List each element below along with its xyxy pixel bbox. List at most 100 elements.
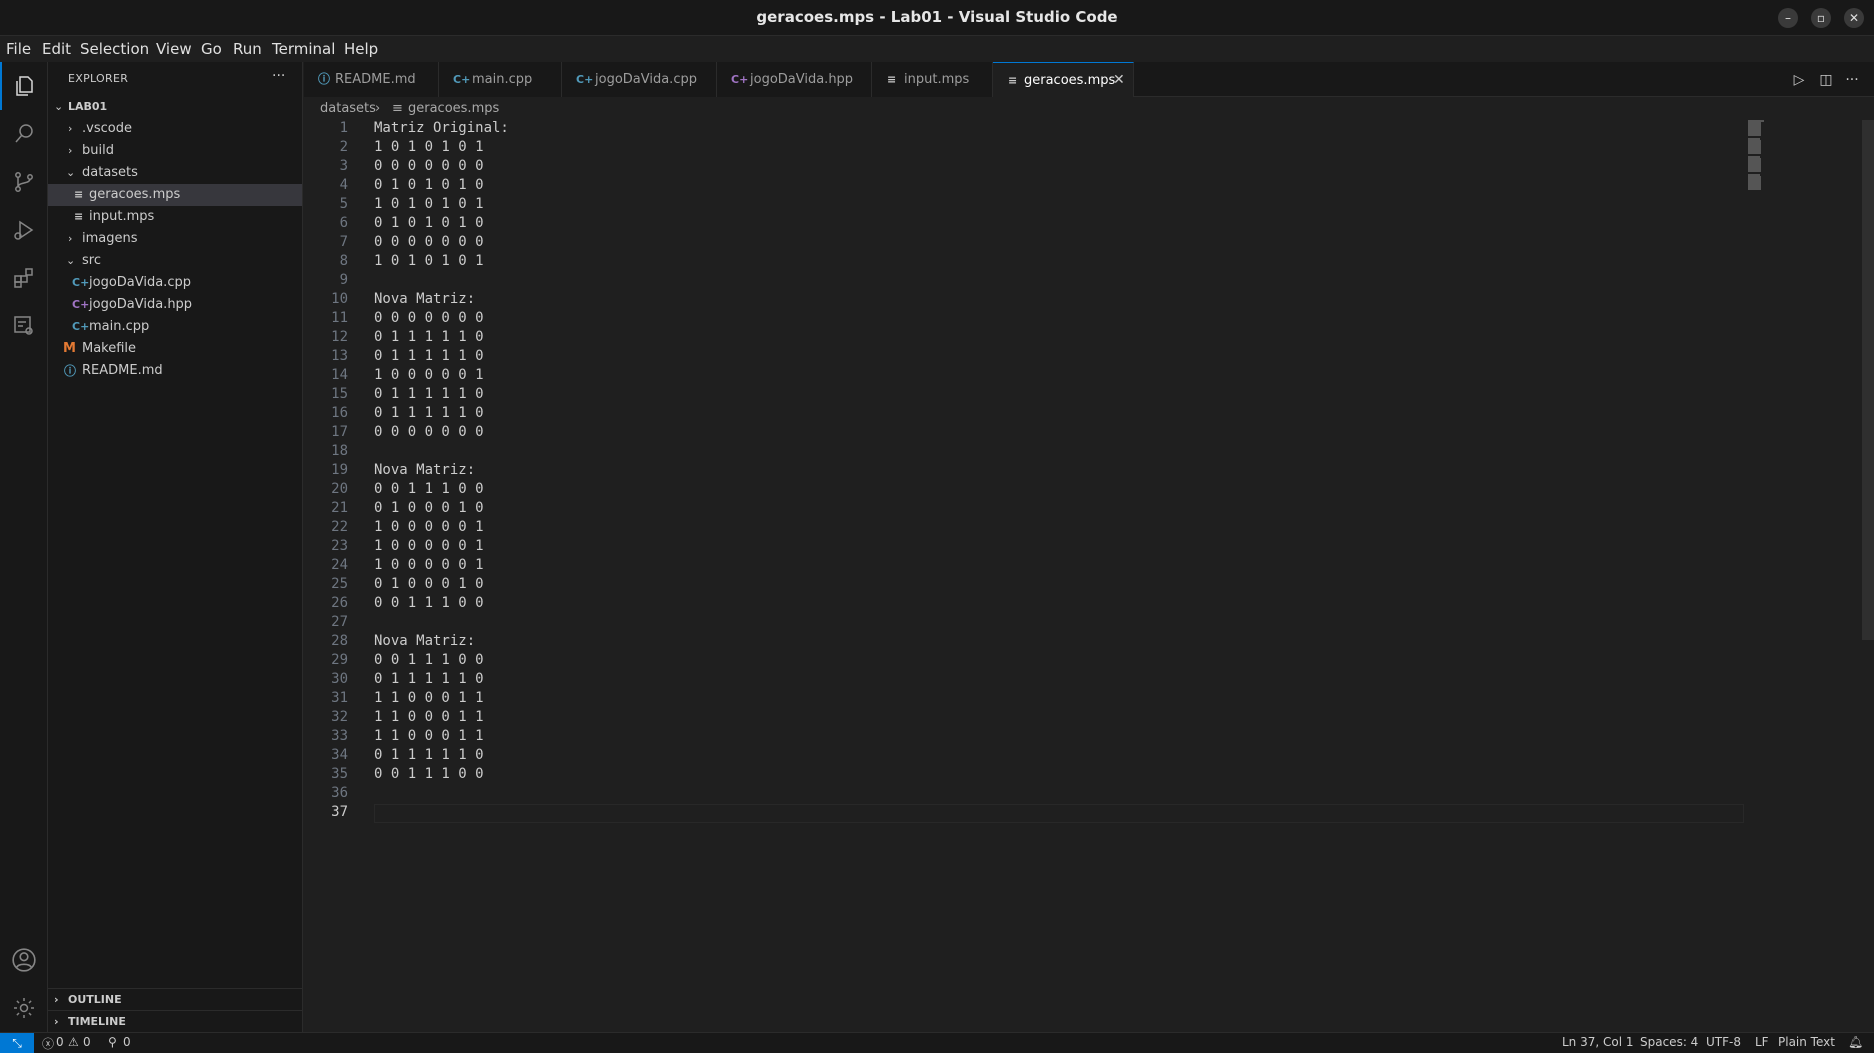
outline-section[interactable]: › OUTLINE	[48, 988, 302, 1010]
line-number: 31	[331, 690, 348, 706]
remote-indicator-icon[interactable]: ⤡	[0, 1033, 34, 1053]
tree-folder-build[interactable]: › build	[48, 140, 302, 162]
code-line: 1 0 1 0 1 0 1	[374, 196, 484, 212]
encoding[interactable]: UTF-8	[1706, 1035, 1741, 1049]
tree-file-main-cpp[interactable]: C+ main.cpp	[48, 316, 302, 338]
split-editor-icon[interactable]: ◫	[1816, 70, 1836, 90]
ports-count[interactable]: 0	[123, 1035, 131, 1049]
tree-folder-imagens[interactable]: › imagens	[48, 228, 302, 250]
account-icon[interactable]	[0, 936, 48, 984]
scrollbar-thumb[interactable]	[1862, 120, 1874, 640]
more-actions-icon[interactable]: ···	[1842, 70, 1862, 90]
code-line: 1 0 1 0 1 0 1	[374, 139, 484, 155]
line-number: 6	[339, 215, 348, 231]
end-of-line[interactable]: LF	[1755, 1035, 1769, 1049]
file-label: input.mps	[89, 209, 155, 224]
tree-file-readme[interactable]: ⓘ README.md	[48, 360, 302, 382]
tree-file-geracoes-mps[interactable]: ≡ geracoes.mps	[48, 184, 302, 206]
makefile-icon: M	[63, 341, 76, 356]
warnings-count[interactable]: 0	[83, 1035, 91, 1049]
chevron-right-icon: ›	[375, 101, 381, 116]
line-number: 21	[331, 500, 348, 516]
tab-label: main.cpp	[472, 72, 533, 87]
code-line: Matriz Original:	[374, 120, 509, 136]
chevron-right-icon: ›	[68, 122, 73, 135]
code-line: 0 1 0 1 0 1 0	[374, 215, 484, 231]
line-number: 11	[331, 310, 348, 326]
menu-selection[interactable]: Selection	[80, 40, 149, 58]
info-icon: ⓘ	[64, 364, 77, 378]
more-actions-icon[interactable]: ···	[272, 68, 285, 84]
text-file-icon: ≡	[1008, 74, 1018, 87]
source-control-icon[interactable]	[0, 158, 48, 206]
code-line: 1 0 1 0 1 0 1	[374, 253, 484, 269]
line-number: 17	[331, 424, 348, 440]
menu-run[interactable]: Run	[233, 40, 262, 58]
code-editor[interactable]: 1 Matriz Original: 2 1 0 1 0 1 0 130 0 0 0 …	[304, 120, 1859, 1032]
extensions-icon[interactable]	[0, 254, 48, 302]
timeline-label: TIMELINE	[68, 1015, 126, 1028]
menu-edit[interactable]: Edit	[42, 40, 71, 58]
restore-icon[interactable]: ▫	[1811, 8, 1831, 28]
line-number: 32	[331, 709, 348, 725]
chevron-right-icon: ›	[54, 993, 59, 1006]
run-file-icon[interactable]: ▷	[1789, 70, 1809, 90]
breadcrumb-folder[interactable]: datasets	[320, 101, 376, 116]
line-number: 26	[331, 595, 348, 611]
menu-file[interactable]: File	[6, 40, 31, 58]
tree-file-input-mps[interactable]: ≡ input.mps	[48, 206, 302, 228]
menu-go[interactable]: Go	[201, 40, 222, 58]
tab-label: jogoDaVida.cpp	[595, 72, 697, 87]
close-tab-icon[interactable]: ✕	[1113, 63, 1125, 98]
warnings-icon[interactable]: ⚠	[68, 1035, 79, 1049]
settings-gear-icon[interactable]	[0, 984, 48, 1032]
tab-label: geracoes.mps	[1024, 73, 1116, 88]
cursor-position[interactable]: Ln 37, Col 1	[1562, 1035, 1634, 1049]
tree-folder-src[interactable]: ⌄ src	[48, 250, 302, 272]
close-icon[interactable]: ✕	[1844, 8, 1864, 28]
errors-count[interactable]: 0	[56, 1035, 64, 1049]
breadcrumb-file[interactable]: geracoes.mps	[408, 101, 499, 116]
line-number: 23	[331, 538, 348, 554]
run-debug-icon[interactable]	[0, 206, 48, 254]
code-line: 1 0 0 0 0 0 1	[374, 538, 484, 554]
tree-root-lab01[interactable]: ⌄ LAB01	[48, 96, 302, 118]
line-number: 2	[339, 139, 348, 155]
explorer-icon[interactable]	[0, 62, 48, 110]
search-icon[interactable]	[0, 110, 48, 158]
minimap-line	[1748, 152, 1761, 154]
menu-help[interactable]: Help	[344, 40, 378, 58]
tab-readme[interactable]: ⓘ README.md	[304, 62, 439, 97]
code-line: Nova Matriz:	[374, 291, 476, 307]
tab-input-mps[interactable]: ≡ input.mps	[872, 62, 993, 97]
errors-icon[interactable]: ⓧ	[42, 1035, 54, 1052]
tree-folder-datasets[interactable]: ⌄ datasets	[48, 162, 302, 184]
folder-label: imagens	[82, 231, 138, 246]
menu-terminal[interactable]: Terminal	[272, 40, 335, 58]
line-number: 28	[331, 633, 348, 649]
tree-file-jogodavida-hpp[interactable]: C+ jogoDaVida.hpp	[48, 294, 302, 316]
code-line: Nova Matriz:	[374, 462, 476, 478]
line-number: 19	[331, 462, 348, 478]
tab-geracoes-mps[interactable]: ≡ geracoes.mps ✕	[993, 62, 1134, 97]
notifications-bell-icon[interactable]: 🔔︎	[1848, 1035, 1863, 1049]
current-line-highlight	[374, 804, 1744, 823]
line-number: 7	[339, 234, 348, 250]
indentation[interactable]: Spaces: 4	[1640, 1035, 1698, 1049]
tree-file-jogodavida-cpp[interactable]: C+ jogoDaVida.cpp	[48, 272, 302, 294]
timeline-section[interactable]: › TIMELINE	[48, 1010, 302, 1032]
tree-file-makefile[interactable]: M Makefile	[48, 338, 302, 360]
code-line: 1 1 0 0 0 1 1	[374, 728, 484, 744]
line-number: 29	[331, 652, 348, 668]
tab-jogodavida-cpp[interactable]: C+ jogoDaVida.cpp	[562, 62, 717, 97]
code-line: 0 1 0 1 0 1 0	[374, 177, 484, 193]
tree-folder-vscode[interactable]: › .vscode	[48, 118, 302, 140]
language-mode[interactable]: Plain Text	[1778, 1035, 1835, 1049]
menu-view[interactable]: View	[156, 40, 192, 58]
ports-icon[interactable]: ⚲	[108, 1035, 117, 1049]
code-line: 0 1 1 1 1 1 0	[374, 405, 484, 421]
tab-jogodavida-hpp[interactable]: C+ jogoDaVida.hpp	[717, 62, 872, 97]
remote-explorer-icon[interactable]	[0, 302, 48, 350]
tab-main-cpp[interactable]: C+ main.cpp	[439, 62, 562, 97]
minimize-icon[interactable]: –	[1778, 8, 1798, 28]
